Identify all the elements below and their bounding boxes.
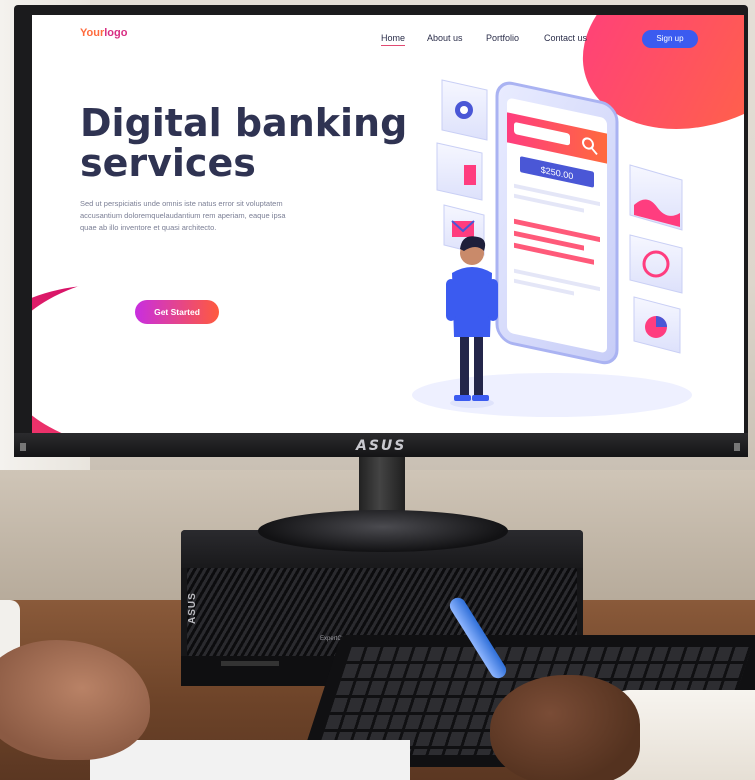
get-started-button[interactable]: Get Started [135, 300, 219, 324]
hero-title-line2: services [80, 141, 256, 185]
nav-portfolio[interactable]: Portfolio [486, 33, 519, 43]
gauge-card [629, 234, 683, 294]
monitor-brand-logo: ASUS [356, 438, 407, 454]
nav-contact-us[interactable]: Contact us [544, 33, 587, 43]
bezel-indicator [20, 443, 26, 451]
floor-shadow [412, 373, 692, 417]
chart-card-left [436, 142, 483, 201]
writing-hand [490, 675, 640, 780]
pc-brand-logo: ASUS [187, 592, 198, 624]
gear-card [441, 79, 488, 141]
pie-chart-icon [645, 316, 667, 338]
pie-card [633, 296, 681, 354]
photo-scene: ASUS ExpertCenter Yourlogo Home About us… [0, 0, 755, 780]
site-logo[interactable]: Yourlogo [80, 27, 127, 39]
logo-text: Your [80, 27, 105, 39]
nav-home[interactable]: Home [381, 33, 406, 46]
hero-body-text: Sed ut perspiciatis unde omnis iste natu… [80, 199, 286, 232]
mail-icon [451, 220, 475, 237]
nav-about-us[interactable]: About us [427, 33, 463, 43]
wave-chart-card [629, 164, 683, 231]
monitor-stand-base [258, 510, 508, 552]
hero-title: Digital banking services [80, 103, 410, 183]
paper-sheet [90, 740, 410, 780]
monitor-screen: Yourlogo Home About us Portfolio Contact… [32, 15, 744, 433]
gear-icon [455, 101, 473, 119]
hero-illustration: $250.00 [412, 79, 692, 417]
site-navbar: Yourlogo Home About us Portfolio Contact… [32, 15, 744, 63]
power-button[interactable] [734, 443, 740, 451]
signup-button[interactable]: Sign up [642, 30, 698, 48]
decor-blob-mask [32, 273, 322, 433]
monitor: Yourlogo Home About us Portfolio Contact… [14, 5, 748, 457]
phone-mockup: $250.00 [495, 81, 619, 365]
logo-accent-text: logo [104, 27, 128, 39]
hero-title-line1: Digital banking [80, 101, 408, 145]
card-reader-slot [221, 661, 279, 666]
